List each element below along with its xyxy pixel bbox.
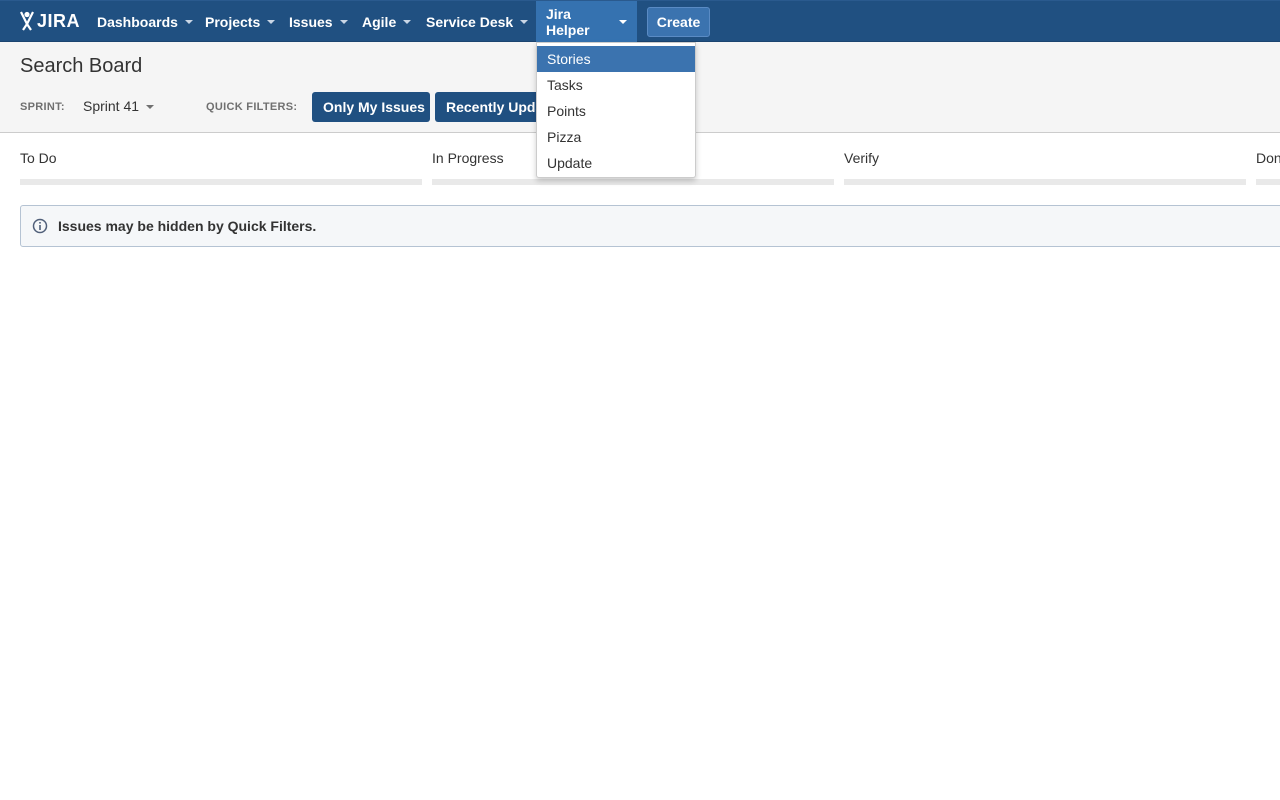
column-header-to-do: To Do bbox=[20, 150, 57, 166]
menu-item-label: Update bbox=[547, 155, 593, 171]
jira-helper-dropdown-menu: Stories Tasks Points Pizza Update bbox=[536, 42, 696, 178]
menu-item-label: Stories bbox=[547, 51, 591, 67]
chevron-down-icon bbox=[619, 20, 627, 24]
chevron-down-icon bbox=[184, 20, 193, 24]
column-header-in-progress: In Progress bbox=[432, 150, 504, 166]
nav-item-dashboards[interactable]: Dashboards bbox=[87, 1, 203, 42]
jira-logo-icon bbox=[20, 11, 34, 31]
chevron-down-icon bbox=[520, 20, 529, 24]
menu-item-label: Points bbox=[547, 103, 586, 119]
column-progress-bar bbox=[1256, 179, 1280, 185]
page-title: Search Board bbox=[20, 55, 143, 77]
sprint-value: Sprint 41 bbox=[83, 98, 140, 114]
quick-filters-label: QUICK FILTERS: bbox=[206, 101, 298, 113]
quick-filter-label: Only My Issues bbox=[323, 99, 425, 115]
column-header-verify: Verify bbox=[844, 150, 880, 166]
menu-item-update[interactable]: Update bbox=[537, 150, 695, 176]
logo-text: JIRA bbox=[37, 10, 81, 31]
info-icon bbox=[32, 218, 48, 234]
menu-item-label: Pizza bbox=[547, 129, 582, 145]
nav-item-issues[interactable]: Issues bbox=[279, 1, 358, 42]
top-navigation-bar: JIRA Dashboards Projects Issues Agile Se… bbox=[0, 0, 1280, 42]
menu-item-points[interactable]: Points bbox=[537, 98, 695, 124]
chevron-down-icon bbox=[403, 20, 412, 24]
chevron-down-icon bbox=[339, 20, 348, 24]
nav-item-label: Projects bbox=[205, 13, 261, 30]
nav-item-jira-helper[interactable]: Jira Helper bbox=[536, 1, 637, 42]
sprint-label: SPRINT: bbox=[20, 101, 65, 113]
nav-item-label: Service Desk bbox=[426, 13, 514, 30]
column-progress-bar bbox=[20, 179, 422, 185]
column-progress-bar bbox=[844, 179, 1246, 185]
menu-item-tasks[interactable]: Tasks bbox=[537, 72, 695, 98]
quick-filters-info-message: Issues may be hidden by Quick Filters. bbox=[20, 205, 1280, 247]
nav-item-label: Issues bbox=[289, 13, 333, 30]
column-header-done: Done bbox=[1256, 150, 1280, 166]
nav-item-label: Jira Helper bbox=[546, 5, 590, 38]
nav-item-agile[interactable]: Agile bbox=[352, 1, 421, 42]
menu-item-label: Tasks bbox=[547, 77, 583, 93]
nav-item-label: Dashboards bbox=[97, 13, 178, 30]
create-button[interactable]: Create bbox=[647, 7, 710, 37]
chevron-down-icon bbox=[267, 20, 276, 24]
menu-item-stories[interactable]: Stories bbox=[537, 46, 695, 72]
menu-item-pizza[interactable]: Pizza bbox=[537, 124, 695, 150]
info-message-text: Issues may be hidden by Quick Filters. bbox=[58, 218, 317, 234]
nav-item-projects[interactable]: Projects bbox=[195, 1, 285, 42]
column-progress-bar bbox=[432, 179, 834, 185]
nav-item-service-desk[interactable]: Service Desk bbox=[416, 1, 538, 42]
chevron-down-icon bbox=[146, 104, 155, 109]
nav-item-label: Agile bbox=[362, 13, 397, 30]
quick-filter-recently-updated[interactable]: Recently Updated bbox=[435, 92, 545, 122]
quick-filter-label: Recently Updated bbox=[446, 99, 545, 115]
quick-filter-only-my-issues[interactable]: Only My Issues bbox=[312, 92, 430, 122]
jira-logo[interactable]: JIRA bbox=[20, 9, 80, 33]
sprint-selector[interactable]: Sprint 41 bbox=[83, 98, 155, 114]
